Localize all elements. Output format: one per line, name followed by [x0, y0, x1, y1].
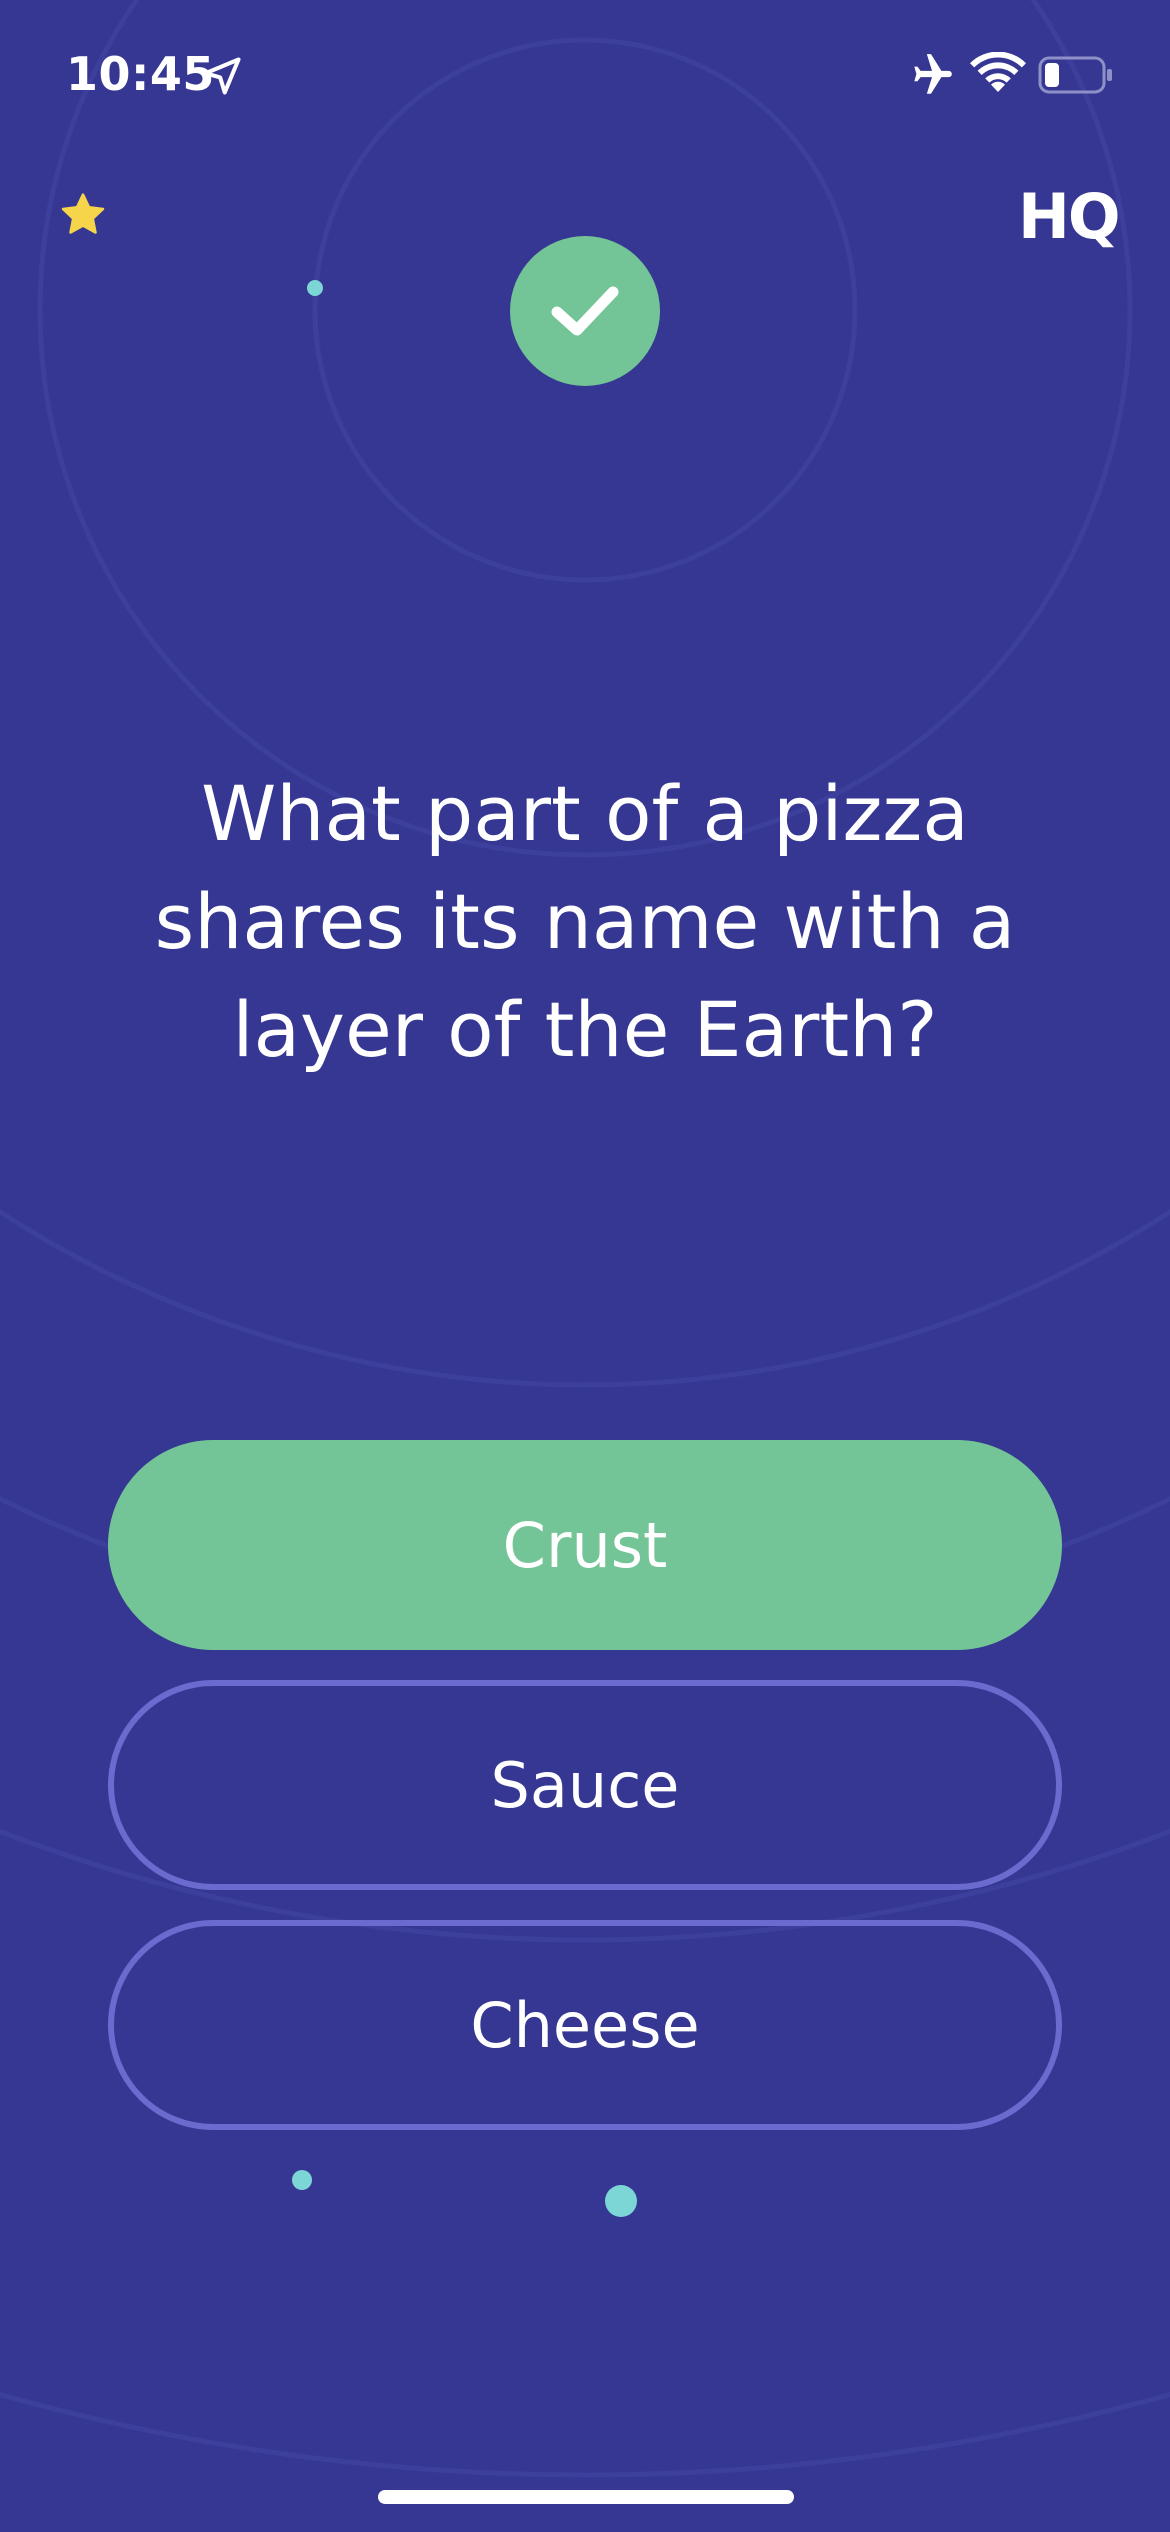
trivia-screen: 10:45 HQ What part of a pizza shares its… — [0, 0, 1170, 2532]
star-icon[interactable] — [58, 190, 108, 240]
hq-logo: HQ — [1018, 180, 1121, 253]
question-text: What part of a pizza shares its name wit… — [154, 769, 1016, 1074]
decorative-dot — [292, 2170, 312, 2190]
answer-option-crust[interactable]: Crust — [108, 1440, 1062, 1650]
battery-icon — [1038, 56, 1112, 94]
wifi-icon — [970, 52, 1026, 92]
location-arrow-icon — [203, 57, 241, 95]
check-icon — [551, 286, 619, 336]
answer-option-sauce[interactable]: Sauce — [108, 1680, 1062, 1890]
answer-option-cheese[interactable]: Cheese — [108, 1920, 1062, 2130]
answer-label: Cheese — [470, 1988, 700, 2062]
answer-label: Crust — [502, 1508, 668, 1582]
home-indicator[interactable] — [378, 2490, 794, 2504]
decorative-dot — [307, 280, 323, 296]
decorative-dot — [605, 2185, 637, 2217]
airplane-mode-icon — [914, 54, 952, 94]
status-time: 10:45 — [66, 47, 215, 101]
correct-answer-badge — [510, 236, 660, 386]
answer-label: Sauce — [490, 1748, 680, 1822]
